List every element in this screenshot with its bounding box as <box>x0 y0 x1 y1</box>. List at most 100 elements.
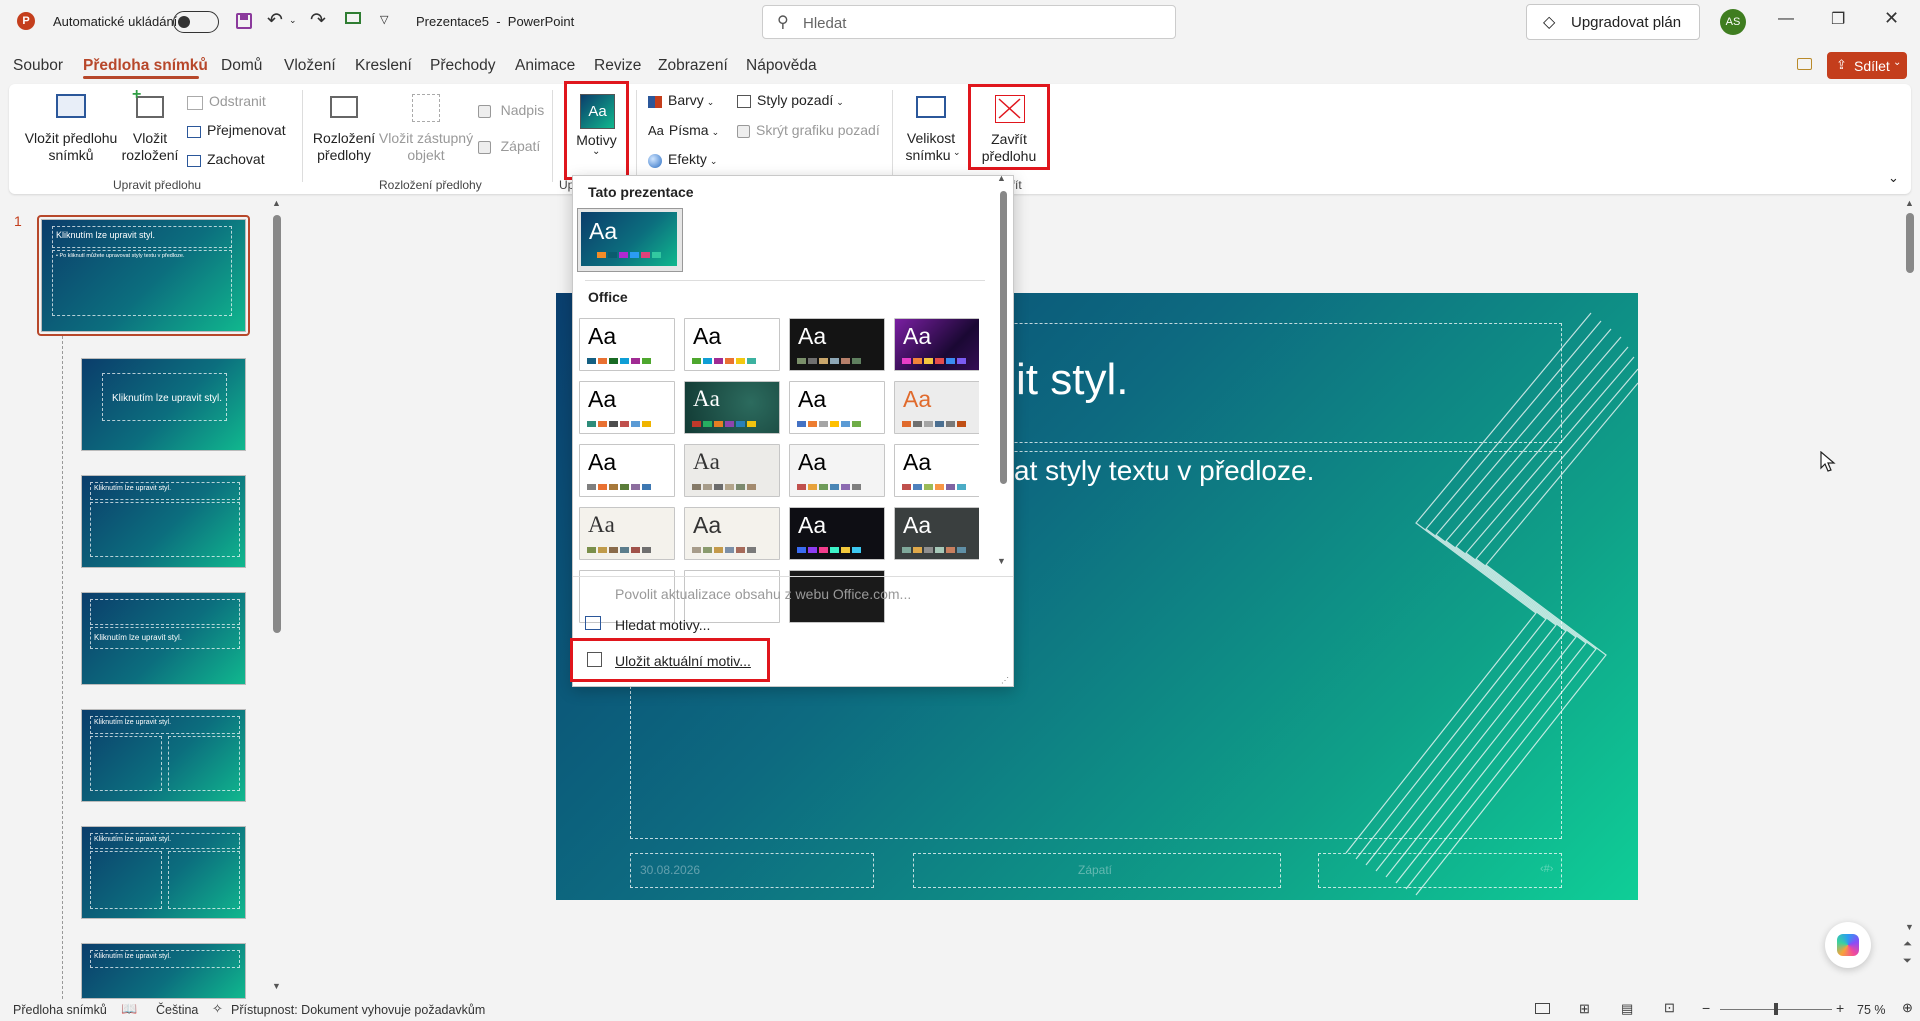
dropdown-scroll-up-icon[interactable]: ▲ <box>997 173 1006 183</box>
close-master-button[interactable]: Zavřít předlohu <box>968 84 1050 170</box>
spell-check-icon[interactable]: 📖 <box>121 1001 137 1017</box>
preserve-button[interactable]: Zachovat <box>187 151 265 169</box>
layout-thumbnail[interactable]: Kliknutím lze upravit styl. <box>81 943 246 999</box>
delete-button[interactable]: Odstranit <box>187 93 266 111</box>
office-theme-tile[interactable]: Aa <box>789 444 885 497</box>
status-language[interactable]: Čeština <box>156 1003 198 1017</box>
zoom-slider[interactable] <box>1720 1003 1832 1015</box>
editor-scroll-down-icon[interactable]: ▼ <box>1905 922 1914 932</box>
themes-button[interactable]: Aa Motivy ⌄ <box>564 81 629 180</box>
office-theme-tile[interactable]: Aa <box>579 444 675 497</box>
effects-button[interactable]: Efekty ⌄ <box>648 151 717 168</box>
master-thumbnail[interactable]: Kliknutím lze upravit styl. • Po kliknut… <box>37 215 250 336</box>
current-theme-tile[interactable]: Aa <box>577 208 683 272</box>
dropdown-scrollbar[interactable] <box>1000 191 1007 484</box>
tab-slide-master[interactable]: Předloha snímků <box>83 57 208 75</box>
tab-soubor[interactable]: Soubor <box>13 57 63 75</box>
zoom-slider-thumb[interactable] <box>1774 1003 1778 1015</box>
customize-toolbar-icon[interactable]: ▽ <box>380 13 388 26</box>
redo-icon[interactable]: ↷ <box>310 9 326 32</box>
status-view[interactable]: Předloha snímků <box>13 1003 107 1017</box>
tab-draw[interactable]: Kreslení <box>355 57 412 75</box>
office-theme-tile[interactable]: Aa <box>579 507 675 560</box>
tab-review[interactable]: Revize <box>594 57 641 75</box>
slide-sorter-icon[interactable]: ⊞ <box>1579 1001 1590 1017</box>
thumbs-scroll-down-icon[interactable]: ▼ <box>272 981 281 991</box>
close-window-icon[interactable]: ✕ <box>1884 8 1899 29</box>
layout-thumbnail[interactable]: Kliknutím lze upravit styl. <box>81 475 246 568</box>
tab-help[interactable]: Nápověda <box>746 57 817 75</box>
tab-animations[interactable]: Animace <box>515 57 575 75</box>
dropdown-scroll-down-icon[interactable]: ▼ <box>997 556 1006 566</box>
previous-slide-icon[interactable]: ⏶ <box>1903 938 1912 951</box>
upgrade-plan-button[interactable]: ◇ Upgradovat plán <box>1526 4 1700 40</box>
office-theme-tile[interactable]: Aa <box>684 444 780 497</box>
office-theme-tile[interactable]: Aa <box>684 381 780 434</box>
save-current-theme-item[interactable]: Uložit aktuální motiv... <box>570 638 770 682</box>
save-icon[interactable] <box>236 13 252 29</box>
editor-scroll-up-icon[interactable]: ▲ <box>1905 198 1914 208</box>
layout-thumbnail[interactable]: Kliknutím lze upravit styl. <box>81 358 246 451</box>
layout-thumbnail[interactable]: Kliknutím lze upravit styl. <box>81 709 246 802</box>
office-theme-tile[interactable]: Aa <box>789 507 885 560</box>
slide-size-button[interactable]: Velikost snímku ⌄ <box>898 92 964 168</box>
thumbs-scrollbar[interactable] <box>273 215 281 633</box>
restore-icon[interactable]: ❐ <box>1831 9 1845 29</box>
undo-icon[interactable]: ↶ <box>267 9 283 32</box>
zoom-level[interactable]: 75 % <box>1857 1003 1886 1017</box>
tab-home[interactable]: Domů <box>221 57 262 75</box>
zoom-in-icon[interactable]: + <box>1836 1000 1844 1016</box>
search-input[interactable]: ⚲ Hledat <box>762 5 1176 39</box>
slide-body-text[interactable]: vat styly textu v předloze. <box>1000 455 1314 487</box>
tab-insert[interactable]: Vložení <box>284 57 336 75</box>
browse-themes-item[interactable]: Hledat motivy... <box>585 616 985 638</box>
resize-grip-icon[interactable]: ⋰ <box>1001 676 1009 685</box>
office-theme-tile[interactable]: Aa <box>579 381 675 434</box>
page-number-placeholder[interactable] <box>1318 853 1562 888</box>
office-theme-tile[interactable]: Aa <box>894 444 979 497</box>
office-theme-tile[interactable]: Aa <box>894 381 979 434</box>
office-theme-tile[interactable]: Aa <box>684 318 780 371</box>
normal-view-icon[interactable] <box>1535 1003 1550 1014</box>
undo-dropdown-icon[interactable]: ⌄ <box>289 15 297 26</box>
insert-slide-master-button[interactable]: Vložit předlohu snímků <box>18 92 124 168</box>
editor-scrollbar[interactable] <box>1906 213 1914 273</box>
reading-view-icon[interactable]: ▤ <box>1621 1001 1633 1017</box>
fit-to-window-icon[interactable]: ⊕ <box>1902 1000 1913 1016</box>
next-slide-icon[interactable]: ⏷ <box>1903 955 1912 968</box>
slideshow-icon[interactable]: ⊡ <box>1664 1000 1675 1016</box>
footer-checkbox[interactable]: Zápatí <box>478 138 540 155</box>
office-theme-tile[interactable]: Aa <box>789 318 885 371</box>
insert-layout-button[interactable]: + Vložit rozložení <box>120 86 180 168</box>
slide-title-text[interactable]: it styl. <box>1016 355 1128 405</box>
master-layout-button[interactable]: Rozložení předlohy <box>312 92 376 168</box>
rename-button[interactable]: Přejmenovat <box>187 122 286 140</box>
office-theme-tile[interactable]: Aa <box>684 507 780 560</box>
tab-view[interactable]: Zobrazení <box>658 57 728 75</box>
status-accessibility[interactable]: Přístupnost: Dokument vyhovuje požadavků… <box>231 1003 485 1017</box>
insert-placeholder-button[interactable]: Vložit zástupný objekt <box>378 92 474 168</box>
background-styles-button[interactable]: Styly pozadí ⌄ <box>737 92 844 109</box>
office-theme-tile[interactable]: Aa <box>894 318 979 371</box>
comments-icon[interactable] <box>1797 58 1812 70</box>
title-checkbox[interactable]: Nadpis <box>478 102 544 119</box>
share-button[interactable]: ⇪ Sdílet ⌄ <box>1827 52 1907 79</box>
layout-thumbnail[interactable]: Kliknutím lze upravit styl. <box>81 826 246 919</box>
minimize-icon[interactable]: — <box>1778 10 1794 28</box>
hide-background-checkbox[interactable]: Skrýt grafiku pozadí <box>737 122 880 139</box>
copilot-button[interactable] <box>1825 922 1871 968</box>
zoom-out-icon[interactable]: − <box>1702 1000 1710 1016</box>
tab-transitions[interactable]: Přechody <box>430 57 495 75</box>
office-theme-tile[interactable]: Aa <box>789 381 885 434</box>
autosave-toggle[interactable] <box>173 11 219 33</box>
collapse-ribbon-icon[interactable]: ⌄ <box>1888 170 1899 186</box>
avatar[interactable]: AS <box>1720 9 1746 35</box>
office-theme-tile[interactable]: Aa <box>894 507 979 560</box>
colors-button[interactable]: Barvy ⌄ <box>648 92 714 108</box>
layout-thumbnail[interactable]: Kliknutím lze upravit styl. <box>81 592 246 685</box>
fonts-button[interactable]: Aa Písma ⌄ <box>648 122 719 138</box>
thumbs-scroll-up-icon[interactable]: ▲ <box>272 198 281 208</box>
office-theme-tile[interactable]: Aa <box>579 318 675 371</box>
accessibility-icon[interactable]: ✧ <box>212 1001 223 1017</box>
present-icon[interactable] <box>345 12 361 24</box>
